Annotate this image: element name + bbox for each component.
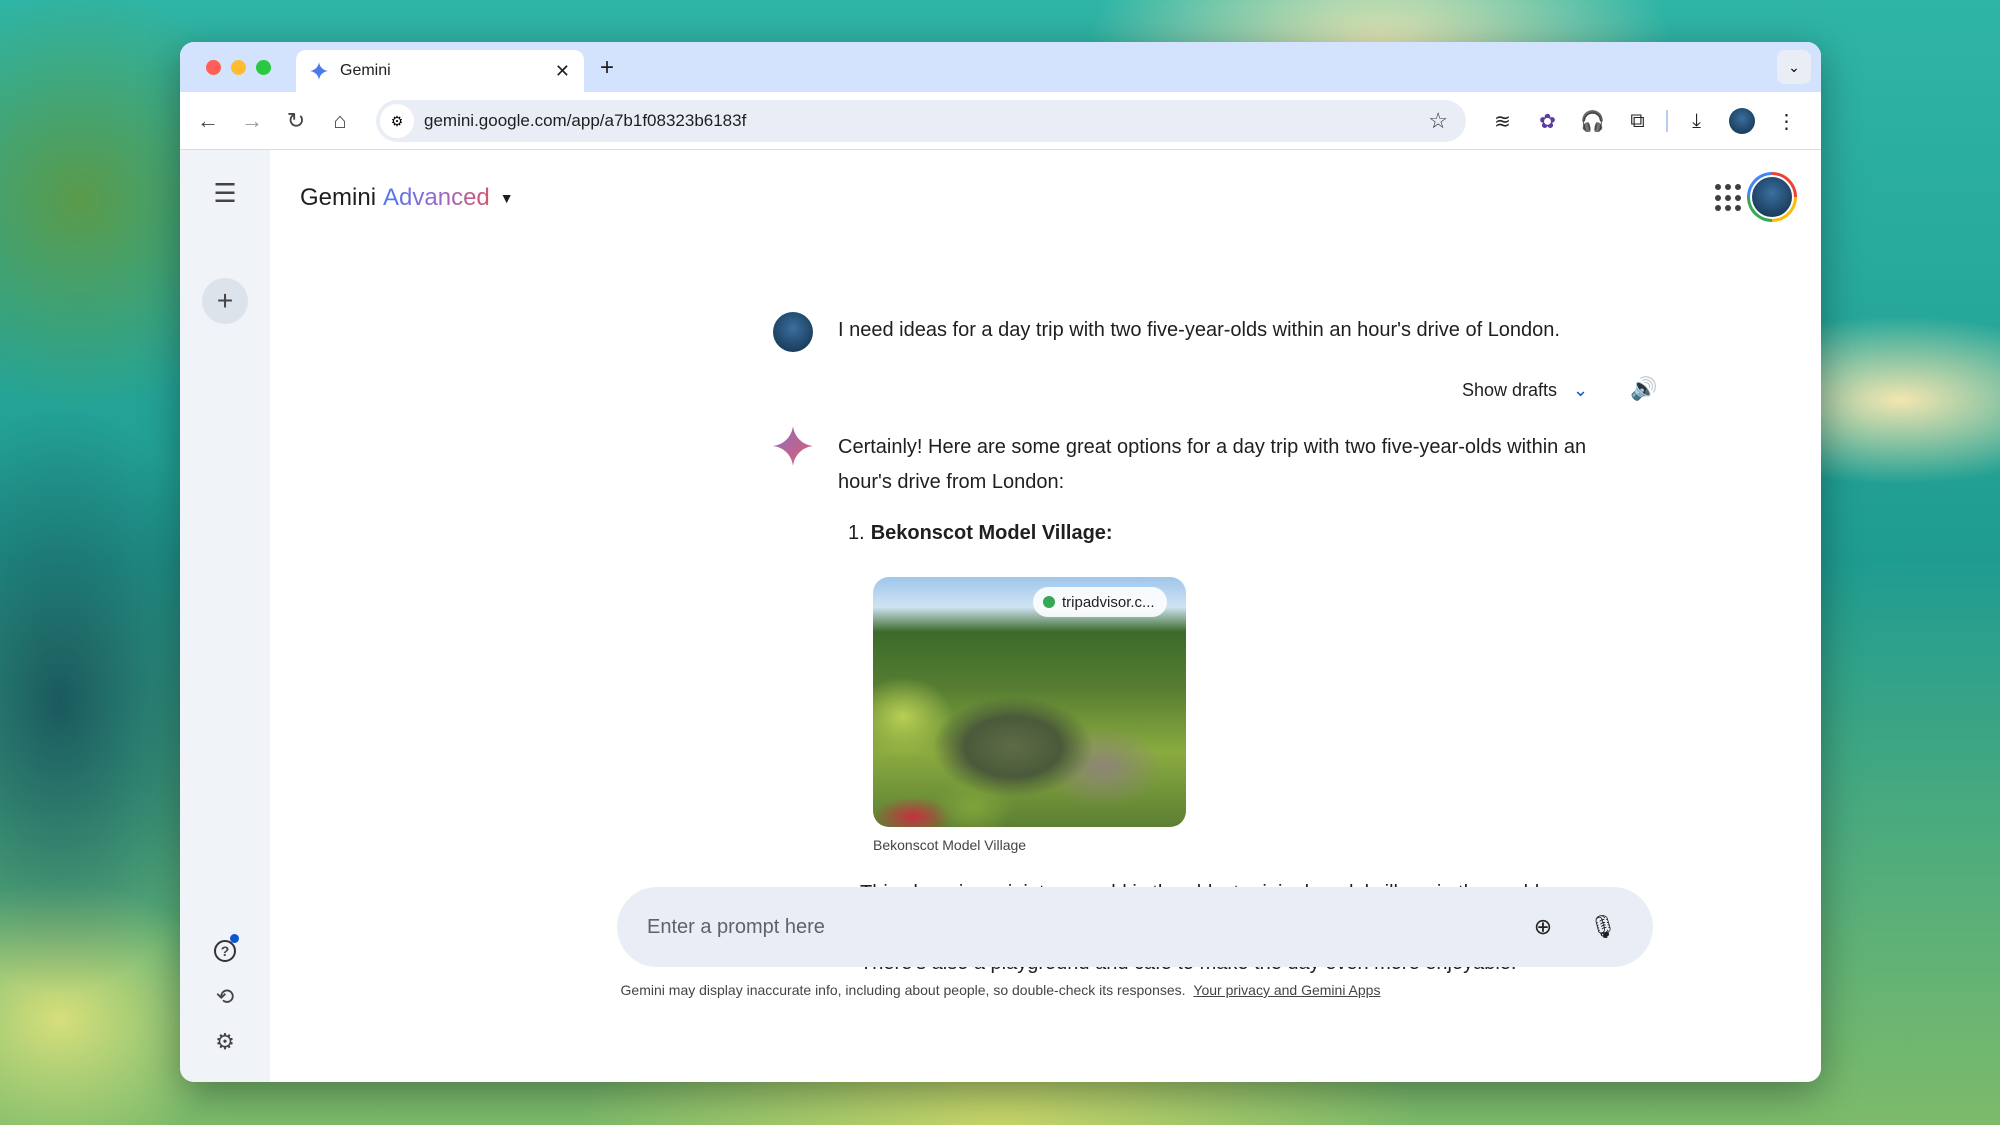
microphone-icon[interactable]: 🎙 [1583,914,1623,940]
disclaimer: Gemini may display inaccurate info, incl… [180,982,1821,998]
tab-search-button[interactable]: ⌄ [1777,50,1811,84]
download-icon[interactable]: ⤓ [1674,92,1719,150]
chevron-down-icon: ⌄ [1573,380,1589,400]
plus-icon: + [216,285,234,316]
tab-title: Gemini [340,62,391,79]
menu-icon[interactable]: ☰ [202,170,248,216]
layers-icon[interactable]: ≋ [1480,92,1525,150]
chevron-down-icon: ⌄ [1788,58,1800,75]
user-prompt: I need ideas for a day trip with two fiv… [838,319,1560,341]
prompt-box: ⊕ 🎙 [617,887,1653,967]
help-icon[interactable]: ? [202,928,248,974]
url-text[interactable]: gemini.google.com/app/a7b1f08323b6183f [424,111,1428,131]
disclaimer-text: Gemini may display inaccurate info, incl… [620,982,1186,998]
minimize-window-button[interactable] [231,60,246,75]
add-attachment-icon[interactable]: ⊕ [1523,914,1563,940]
privacy-link[interactable]: Your privacy and Gemini Apps [1193,982,1380,998]
prompt-input[interactable] [647,915,1503,939]
brand-name: Gemini [300,184,377,211]
browser-toolbar: ← → ↻ ⌂ ⚙ gemini.google.com/app/a7b1f083… [180,92,1821,150]
list-title-text: Bekonscot Model Village: [870,522,1113,544]
flower-extension-icon[interactable]: ✿ [1525,92,1570,150]
speaker-icon[interactable]: 🔊 [1630,376,1657,402]
google-apps-icon[interactable] [1715,184,1743,212]
show-drafts-button[interactable]: Show drafts ⌄ [1462,380,1588,401]
sidebar: ☰ + ? ⟲ ⚙ [180,150,270,1082]
headphones-icon[interactable]: 🎧 [1570,92,1615,150]
image-source-text: tripadvisor.c... [1062,593,1155,611]
brand-tier: Advanced [383,184,490,211]
extensions-bar: ≋ ✿ 🎧 ⧉ ⤓ ⋮ [1480,92,1809,150]
browser-window: Gemini ✕ + ⌄ ← → ↻ ⌂ ⚙ gemini.google.com… [180,42,1821,1082]
site-settings-icon[interactable]: ⚙ [380,104,414,138]
browser-tab-gemini[interactable]: Gemini ✕ [296,50,584,92]
model-switcher[interactable]: Gemini Advanced ▼ [300,184,514,212]
close-tab-icon[interactable]: ✕ [555,61,570,82]
settings-icon[interactable]: ⚙ [202,1019,248,1065]
gemini-sparkle-icon [773,426,813,466]
reload-icon[interactable]: ↻ [274,108,318,134]
more-vert-icon[interactable]: ⋮ [1764,92,1809,150]
puzzle-icon[interactable]: ⧉ [1615,92,1660,150]
bookmark-star-icon[interactable]: ☆ [1428,108,1448,134]
new-chat-button[interactable]: + [202,278,248,324]
close-window-button[interactable] [206,60,221,75]
tripadvisor-icon [1043,596,1055,608]
notification-dot [230,934,239,943]
account-avatar[interactable] [1747,172,1797,222]
maximize-window-button[interactable] [256,60,271,75]
back-icon[interactable]: ← [186,108,230,134]
user-avatar [773,312,813,352]
forward-icon[interactable]: → [230,108,274,134]
image-source-chip[interactable]: tripadvisor.c... [1033,587,1167,617]
list-number: 1. [848,522,865,544]
new-tab-button[interactable]: + [600,54,614,82]
response-intro: Certainly! Here are some great options f… [838,436,1587,493]
caret-down-icon: ▼ [499,190,514,206]
home-icon[interactable]: ⌂ [318,108,362,134]
gemini-sparkle-icon [310,62,328,80]
show-drafts-label: Show drafts [1462,380,1558,400]
list-item-title: 1. Bekonscot Model Village: [848,522,1113,545]
profile-avatar[interactable] [1719,92,1764,150]
toolbar-divider [1666,110,1668,132]
tab-strip: Gemini ✕ + ⌄ [180,42,1821,92]
address-bar[interactable]: ⚙ gemini.google.com/app/a7b1f08323b6183f… [376,100,1466,142]
image-caption: Bekonscot Model Village [873,837,1027,853]
